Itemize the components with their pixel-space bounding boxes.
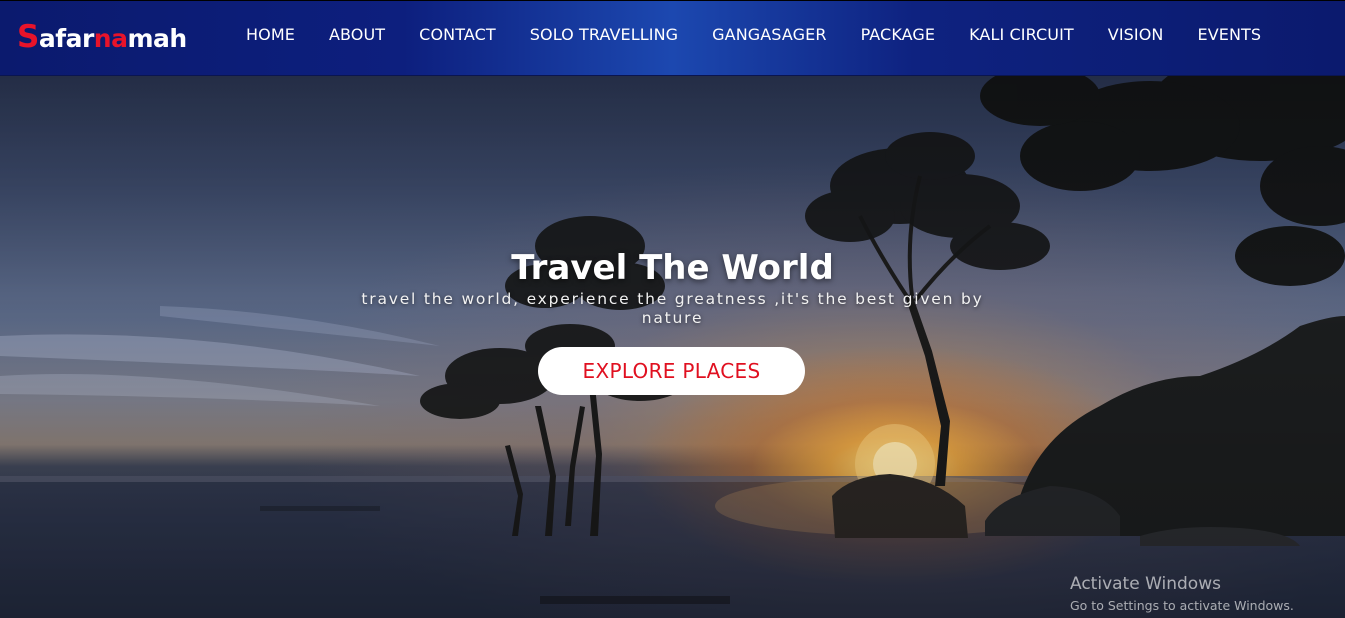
watermark-subtitle: Go to Settings to activate Windows. <box>1070 598 1294 613</box>
nav-contact[interactable]: CONTACT <box>402 25 513 44</box>
windows-activation-watermark: Activate Windows Go to Settings to activ… <box>1070 574 1294 613</box>
explore-places-button[interactable]: EXPLORE PLACES <box>538 347 805 395</box>
logo-part-2: na <box>93 24 128 53</box>
hero-title: Travel The World <box>511 248 834 288</box>
nav-home[interactable]: HOME <box>229 25 312 44</box>
logo-letter-s: S <box>17 19 39 55</box>
navbar: Safarnamah HOME ABOUT CONTACT SOLO TRAVE… <box>0 0 1345 76</box>
logo-part-1: afar <box>38 24 94 53</box>
watermark-title: Activate Windows <box>1070 574 1221 594</box>
hero-section: Travel The World travel the world, exper… <box>0 76 1345 618</box>
nav-package[interactable]: PACKAGE <box>844 25 953 44</box>
logo-part-3: mah <box>127 24 187 53</box>
nav-gangasager[interactable]: GANGASAGER <box>695 25 843 44</box>
nav-vision[interactable]: VISION <box>1091 25 1181 44</box>
nav-about[interactable]: ABOUT <box>312 25 402 44</box>
nav-events[interactable]: EVENTS <box>1180 25 1278 44</box>
nav-links: HOME ABOUT CONTACT SOLO TRAVELLING GANGA… <box>229 25 1278 44</box>
nav-solo-travelling[interactable]: SOLO TRAVELLING <box>513 25 695 44</box>
nav-kali-circuit[interactable]: KALI CIRCUIT <box>952 25 1091 44</box>
logo[interactable]: Safarnamah <box>17 19 187 55</box>
hero-subtitle: travel the world, experience the greatne… <box>361 290 984 327</box>
